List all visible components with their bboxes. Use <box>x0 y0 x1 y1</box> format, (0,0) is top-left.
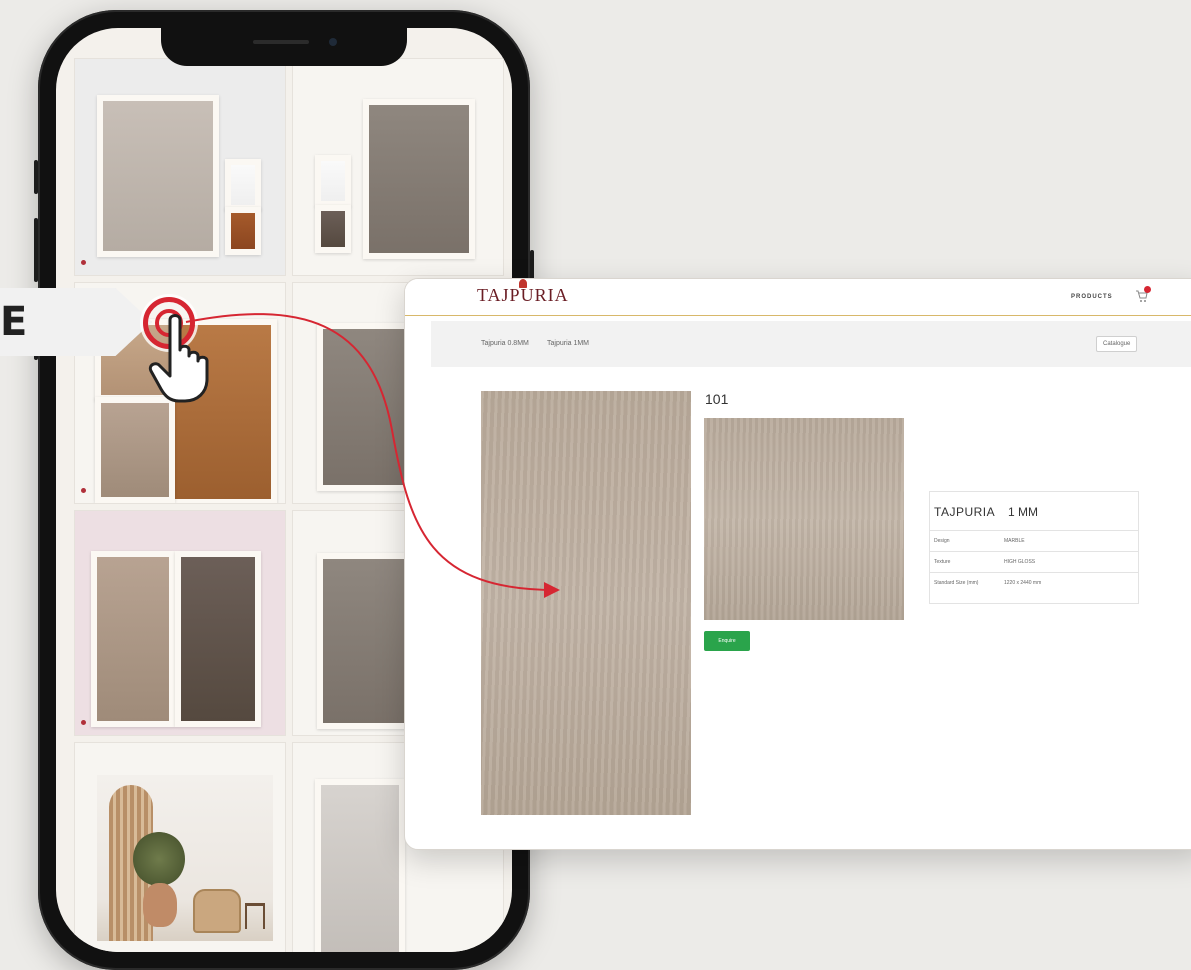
plant-icon <box>133 831 185 887</box>
laminate-sheet[interactable] <box>97 95 219 257</box>
stool-icon <box>245 903 265 929</box>
catalogue-page[interactable] <box>74 742 286 952</box>
laminate-sheet[interactable] <box>175 551 261 727</box>
catalogue-button[interactable]: Catalogue <box>1096 336 1138 352</box>
spec-value: 1220 x 2440 mm <box>1004 580 1042 586</box>
laminate-chip[interactable] <box>225 207 261 255</box>
enquire-label: Enquire <box>718 638 736 644</box>
page-marker <box>81 946 86 951</box>
cart-count-badge <box>1144 286 1151 293</box>
page-marker <box>81 260 86 265</box>
laminate-sheet[interactable] <box>315 779 405 952</box>
laminate-sheet[interactable] <box>95 397 175 503</box>
tap-hand-icon <box>148 314 209 403</box>
category-bar: Tajpuria 0.8MM Tajpuria 1MM Catalogue <box>431 321 1191 367</box>
laminate-sheet[interactable] <box>363 99 475 259</box>
laminate-chip[interactable] <box>225 159 261 211</box>
phone-notch <box>161 28 407 66</box>
speaker-grille <box>253 40 309 44</box>
site-logo[interactable]: TAJPURIA <box>477 285 569 306</box>
product-code: 101 <box>705 391 729 407</box>
spec-table: TAJPURIA 1 MM Design MARBLE Texture HIGH… <box>929 491 1139 604</box>
spec-brand: TAJPURIA <box>934 505 996 519</box>
spec-row-size: Standard Size (mm) 1220 x 2440 mm <box>930 573 1138 603</box>
spec-key: Design <box>934 538 950 544</box>
catalogue-page[interactable] <box>74 58 286 276</box>
laminate-chip[interactable] <box>315 205 351 253</box>
category-link-0-8mm[interactable]: Tajpuria 0.8MM <box>481 340 529 347</box>
enquire-button[interactable]: Enquire <box>704 631 750 651</box>
page-marker <box>81 488 86 493</box>
spec-header: TAJPURIA 1 MM <box>930 492 1138 531</box>
catalogue-spread-1 <box>74 58 504 276</box>
catalogue-page[interactable] <box>292 58 504 276</box>
spec-value: HIGH GLOSS <box>1004 559 1036 565</box>
spec-value: MARBLE <box>1004 538 1025 544</box>
step-letter: E <box>0 299 28 345</box>
spec-row-design: Design MARBLE <box>930 531 1138 552</box>
nav-products-link[interactable]: PRODUCTS <box>1071 294 1113 300</box>
front-camera <box>329 38 337 46</box>
room-illustration <box>97 775 273 941</box>
spec-key: Texture <box>934 559 951 565</box>
product-image-thumbnail[interactable] <box>704 418 904 620</box>
spec-thickness: 1 MM <box>1008 505 1038 519</box>
vase-icon <box>143 883 177 927</box>
laminate-sheet[interactable] <box>91 551 175 727</box>
laminate-chip[interactable] <box>315 155 351 207</box>
chair-icon <box>193 889 241 933</box>
product-image-main[interactable] <box>481 391 691 815</box>
logo-flame-icon <box>519 279 527 288</box>
spec-row-texture: Texture HIGH GLOSS <box>930 552 1138 573</box>
phone-mute-switch <box>34 160 38 194</box>
catalogue-page[interactable] <box>74 510 286 736</box>
page-marker <box>81 720 86 725</box>
phone-volume-up <box>34 218 38 282</box>
category-link-1mm[interactable]: Tajpuria 1MM <box>547 340 589 347</box>
site-header: TAJPURIA PRODUCTS <box>405 279 1191 316</box>
spec-key: Standard Size (mm) <box>934 580 979 586</box>
browser-window: TAJPURIA PRODUCTS Tajpuria 0.8MM Tajpuri… <box>404 278 1191 850</box>
